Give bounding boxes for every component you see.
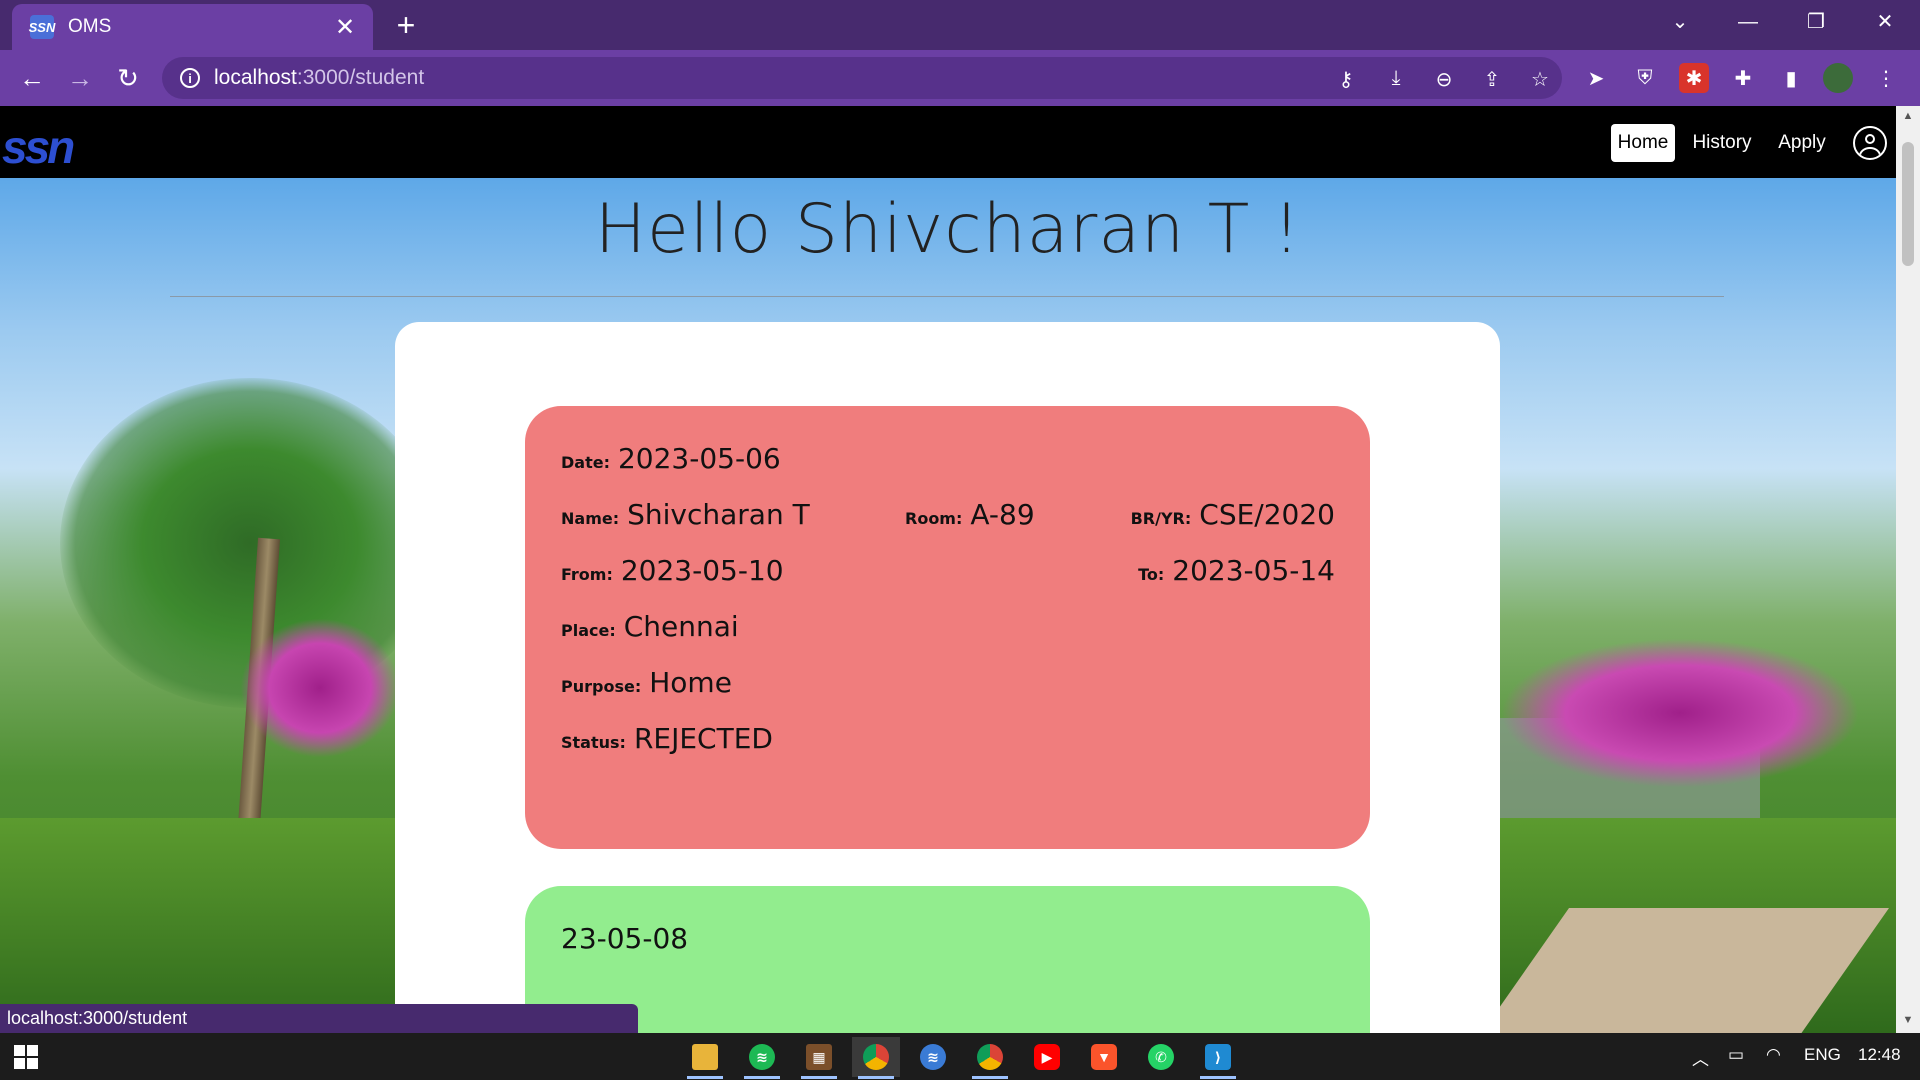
windows-taskbar: ≋ ▦ ≋ ▶ ▼ ✆ ⟩ ︿ ▭ ◠ ENG 12:48 (0, 1033, 1920, 1080)
name-value: Shivcharan T (627, 498, 810, 531)
close-tab-icon[interactable]: ✕ (331, 13, 359, 42)
clock[interactable]: 12:48 (1858, 1045, 1901, 1065)
cursor-extension-icon[interactable]: ➤ (1581, 63, 1611, 93)
date-field: 23-05-08 (561, 922, 688, 955)
purpose-field: Purpose: Home (561, 666, 732, 699)
nav-apply-link[interactable]: Apply (1770, 124, 1834, 162)
chrome-alt-icon[interactable] (966, 1037, 1014, 1079)
greeting-heading: Hello Shivcharan T ! (594, 190, 1302, 269)
bryr-value: CSE/2020 (1199, 498, 1335, 531)
battery-icon[interactable]: ▭ (1728, 1045, 1744, 1065)
tab-search-chevron-icon[interactable]: ⌄ (1660, 6, 1700, 38)
install-icon[interactable]: ⤓ (1382, 67, 1410, 90)
bryr-field: BR/YR: CSE/2020 (1130, 498, 1335, 531)
status-value: REJECTED (633, 722, 773, 755)
page-content: ssn Home History Apply Hello Shivcharan … (0, 106, 1920, 1033)
browser-tab-bar: SSN OMS ✕ + ⌄ — ❐ ✕ (0, 0, 1920, 50)
date-field: Date: 2023-05-06 (561, 442, 781, 475)
date-row: Date: 2023-05-06 (561, 442, 1335, 482)
nav-history-link[interactable]: History (1686, 124, 1758, 162)
new-tab-button[interactable]: + (390, 8, 422, 42)
tab-title: OMS (68, 16, 112, 37)
restore-button[interactable]: ❐ (1796, 6, 1836, 38)
browser-tab[interactable]: SSN OMS ✕ (12, 4, 373, 50)
date-row: 23-05-08 (561, 922, 1335, 962)
language-indicator[interactable]: ENG (1804, 1045, 1841, 1065)
outpass-card: Date: 2023-05-06 Name: Shivcharan T Room… (525, 406, 1370, 849)
share-icon[interactable]: ⇪ (1478, 67, 1506, 92)
scroll-thumb[interactable] (1902, 142, 1914, 266)
winrar-icon[interactable]: ▦ (795, 1037, 843, 1079)
vscode-icon[interactable]: ⟩ (1194, 1037, 1242, 1079)
spotify-icon[interactable]: ≋ (738, 1037, 786, 1079)
browser-toolbar: ← → ↻ i localhost:3000/student ⚷ ⤓ ⊖ ⇪ ☆… (0, 50, 1920, 106)
reload-icon[interactable]: ↻ (110, 60, 146, 96)
page-scrollbar[interactable]: ▲ ▼ (1896, 106, 1920, 1033)
oms-favicon-icon: SSN (29, 15, 55, 39)
site-navbar: ssn Home History Apply (0, 106, 1896, 178)
star-icon[interactable]: ☆ (1526, 67, 1554, 92)
place-field: Place: Chennai (561, 610, 739, 643)
zoom-out-icon[interactable]: ⊖ (1430, 67, 1458, 92)
side-panel-icon[interactable]: ▮ (1776, 63, 1806, 93)
youtube-icon[interactable]: ▶ (1023, 1037, 1071, 1077)
shield-extension-icon[interactable]: ⛨ (1630, 63, 1660, 93)
place-value: Chennai (623, 610, 739, 643)
status-row: Status: REJECTED (561, 722, 1335, 762)
place-row: Place: Chennai (561, 610, 1335, 650)
room-value: A-89 (970, 498, 1035, 531)
scroll-up-icon[interactable]: ▲ (1900, 110, 1916, 122)
from-field: From: 2023-05-10 (561, 554, 784, 587)
site-info-icon[interactable]: i (180, 68, 200, 88)
greeting-divider (170, 296, 1724, 297)
link-status-bar: localhost:3000/student (0, 1004, 638, 1033)
to-field: To: 2023-05-14 (1138, 554, 1335, 587)
minimize-button[interactable]: — (1728, 6, 1768, 38)
scroll-down-icon[interactable]: ▼ (1900, 1014, 1916, 1026)
file-explorer-icon[interactable] (681, 1037, 729, 1079)
purpose-row: Purpose: Home (561, 666, 1335, 706)
purpose-value: Home (649, 666, 732, 699)
name-row: Name: Shivcharan T Room: A-89 BR/YR: CSE… (561, 498, 1335, 538)
outpass-panel: Date: 2023-05-06 Name: Shivcharan T Room… (395, 322, 1500, 1033)
to-value: 2023-05-14 (1172, 554, 1335, 587)
close-window-button[interactable]: ✕ (1865, 6, 1905, 38)
tray-chevron-icon[interactable]: ︿ (1692, 1045, 1709, 1070)
forward-icon[interactable]: → (62, 60, 98, 96)
flowers-image (1500, 638, 1860, 788)
address-bar[interactable]: i localhost:3000/student ⚷ ⤓ ⊖ ⇪ ☆ (162, 57, 1562, 99)
chrome-icon[interactable] (852, 1037, 900, 1079)
windows-start-icon[interactable] (14, 1045, 38, 1069)
date-value: 23-05-08 (561, 922, 689, 955)
extensions-icon[interactable]: ✚ (1728, 63, 1758, 93)
room-field: Room: A-89 (905, 498, 1035, 531)
wifi-icon[interactable]: ◠ (1766, 1045, 1781, 1065)
nav-home-link[interactable]: Home (1611, 124, 1675, 162)
status-field: Status: REJECTED (561, 722, 773, 755)
outpass-card: 23-05-08 (525, 886, 1370, 1033)
from-value: 2023-05-10 (620, 554, 784, 587)
profile-avatar-icon[interactable] (1823, 63, 1853, 93)
ssn-logo[interactable]: ssn (2, 120, 75, 174)
back-icon[interactable]: ← (14, 60, 50, 96)
spotify-alt-icon[interactable]: ≋ (909, 1037, 957, 1077)
name-field: Name: Shivcharan T (561, 498, 810, 531)
url-text: localhost:3000/student (214, 66, 425, 89)
dates-row: From: 2023-05-10 To: 2023-05-14 (561, 554, 1335, 594)
date-value: 2023-05-06 (617, 442, 781, 475)
whatsapp-icon[interactable]: ✆ (1137, 1037, 1185, 1077)
brave-icon[interactable]: ▼ (1080, 1037, 1128, 1077)
key-icon[interactable]: ⚷ (1332, 67, 1360, 92)
puzzle-extension-icon[interactable]: ✱ (1679, 63, 1709, 93)
menu-icon[interactable]: ⋮ (1871, 63, 1901, 93)
flowers-image (240, 618, 400, 758)
user-profile-icon[interactable] (1853, 126, 1887, 160)
